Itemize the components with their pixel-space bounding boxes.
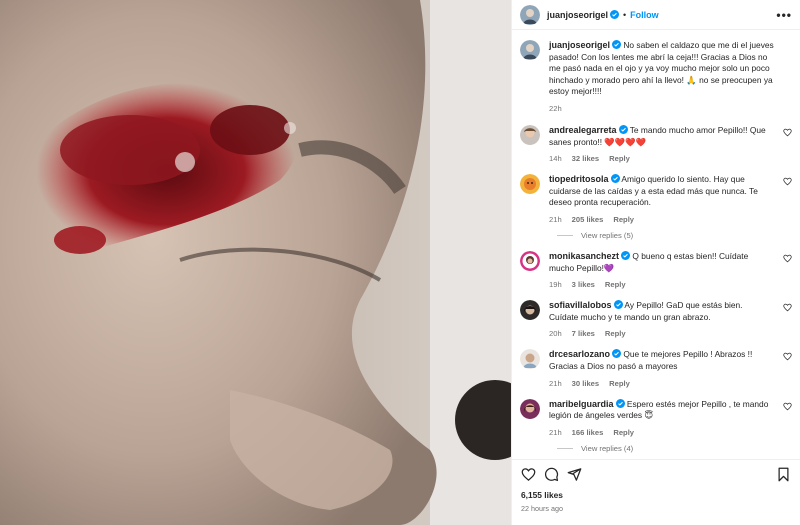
comment-username[interactable]: maribelguardia bbox=[549, 399, 614, 409]
share-icon[interactable] bbox=[567, 467, 582, 482]
comment-username[interactable]: monikasanchezt bbox=[549, 251, 619, 261]
comment-like-heart-icon[interactable] bbox=[783, 254, 792, 263]
comment-item: andrealegarreta Te mando mucho amor Pepi… bbox=[520, 124, 792, 164]
avatar[interactable] bbox=[520, 40, 540, 60]
verified-badge-icon bbox=[618, 124, 628, 134]
comment-likes[interactable]: 7 likes bbox=[572, 329, 595, 338]
comment-icon[interactable] bbox=[544, 467, 559, 482]
verified-badge-icon bbox=[612, 349, 622, 359]
comment-likes[interactable]: 30 likes bbox=[572, 379, 599, 388]
caption-time: 22h bbox=[549, 103, 562, 113]
post-timestamp[interactable]: 22 hours ago bbox=[512, 500, 800, 525]
post-header: juanjoseorigel • Follow ••• bbox=[512, 0, 800, 30]
comment-username[interactable]: sofiavillalobos bbox=[549, 300, 612, 310]
follow-button[interactable]: Follow bbox=[630, 10, 659, 20]
post-actions-bar bbox=[512, 459, 800, 489]
comments-panel: juanjoseorigel • Follow ••• juanjoseorig… bbox=[511, 0, 800, 525]
verified-badge-icon bbox=[615, 398, 625, 408]
avatar[interactable] bbox=[520, 398, 540, 419]
more-options-icon[interactable]: ••• bbox=[776, 8, 792, 22]
comment-like-heart-icon[interactable] bbox=[783, 402, 792, 411]
comment-time: 19h bbox=[549, 280, 562, 290]
replies-line bbox=[557, 447, 573, 449]
caption-username[interactable]: juanjoseorigel bbox=[549, 40, 610, 50]
comment-time: 14h bbox=[549, 154, 562, 164]
comment-like-heart-icon[interactable] bbox=[783, 177, 792, 186]
replies-line bbox=[557, 234, 573, 236]
verified-badge-icon bbox=[610, 10, 620, 19]
comment-item: maribelguardia Espero estés mejor Pepill… bbox=[520, 398, 792, 437]
reply-button[interactable]: Reply bbox=[605, 280, 626, 289]
comment-likes[interactable]: 166 likes bbox=[572, 428, 604, 437]
reply-button[interactable]: Reply bbox=[605, 329, 626, 338]
face-closeup-photo bbox=[0, 0, 511, 525]
like-count[interactable]: 6,155 likes bbox=[512, 489, 800, 500]
comment-item: tiopedritosola Amigo querido lo siento. … bbox=[520, 174, 792, 224]
comment-likes[interactable]: 32 likes bbox=[572, 154, 599, 163]
view-replies-label: View replies (5) bbox=[581, 230, 634, 240]
view-replies-label: View replies (4) bbox=[581, 443, 634, 453]
post-image[interactable] bbox=[0, 0, 511, 525]
reply-button[interactable]: Reply bbox=[613, 215, 634, 224]
comments-list[interactable]: juanjoseorigel No saben el caldazo que m… bbox=[512, 30, 800, 459]
comment-like-heart-icon[interactable] bbox=[783, 128, 792, 137]
verified-badge-icon bbox=[613, 300, 623, 310]
comment-like-heart-icon[interactable] bbox=[783, 352, 792, 361]
comment-time: 21h bbox=[549, 427, 562, 437]
comment-time: 20h bbox=[549, 329, 562, 339]
comment-username[interactable]: andrealegarreta bbox=[549, 125, 617, 135]
view-replies-button[interactable]: View replies (4) bbox=[557, 444, 792, 453]
reply-button[interactable]: Reply bbox=[609, 154, 630, 163]
comment-likes[interactable]: 205 likes bbox=[572, 215, 604, 224]
verified-badge-icon bbox=[610, 174, 620, 184]
post-caption: juanjoseorigel No saben el caldazo que m… bbox=[520, 40, 792, 113]
comment-like-heart-icon[interactable] bbox=[783, 303, 792, 312]
separator-dot: • bbox=[623, 9, 627, 20]
comment-likes[interactable]: 3 likes bbox=[572, 280, 595, 289]
avatar[interactable] bbox=[520, 174, 540, 195]
verified-badge-icon bbox=[621, 250, 631, 260]
comment-item: sofiavillalobos Ay Pepillo! GaD que está… bbox=[520, 300, 792, 338]
heart-icon[interactable] bbox=[521, 467, 536, 482]
avatar[interactable] bbox=[520, 349, 540, 370]
avatar[interactable] bbox=[520, 124, 540, 145]
bookmark-icon[interactable] bbox=[776, 467, 791, 482]
post-author-username[interactable]: juanjoseorigel bbox=[547, 10, 608, 20]
comment-username[interactable]: tiopedritosola bbox=[549, 174, 609, 184]
comment-username[interactable]: drcesarlozano bbox=[549, 349, 610, 359]
reply-button[interactable]: Reply bbox=[609, 379, 630, 388]
avatar[interactable] bbox=[520, 300, 540, 321]
avatar[interactable] bbox=[520, 4, 540, 25]
comment-item: drcesarlozano Que te mejores Pepillo ! A… bbox=[520, 349, 792, 388]
reply-button[interactable]: Reply bbox=[613, 428, 634, 437]
comment-time: 21h bbox=[549, 214, 562, 224]
comment-item: monikasanchezt Q bueno q estas bien!! Cu… bbox=[520, 250, 792, 290]
view-replies-button[interactable]: View replies (5) bbox=[557, 231, 792, 240]
avatar[interactable] bbox=[520, 250, 540, 271]
verified-badge-icon bbox=[612, 40, 622, 49]
comment-time: 21h bbox=[549, 378, 562, 388]
instagram-post-view: juanjoseorigel • Follow ••• juanjoseorig… bbox=[0, 0, 800, 525]
